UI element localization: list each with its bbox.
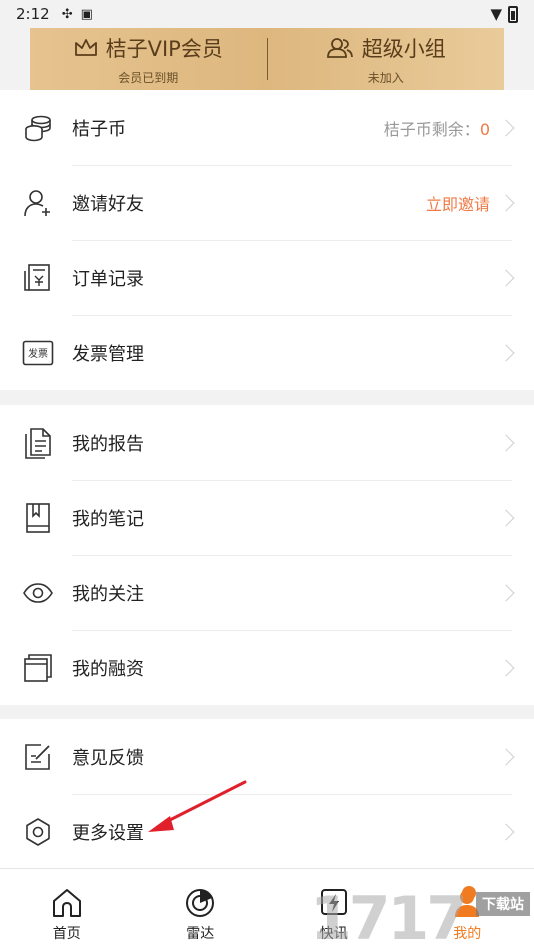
list-item-invite[interactable]: 邀请好友 立即邀请 <box>0 165 534 240</box>
settings-gear-icon <box>22 816 54 848</box>
orders-label: 订单记录 <box>72 268 144 290</box>
super-group-status: 未加入 <box>367 70 404 85</box>
super-group-card[interactable]: 超级小组 未加入 <box>268 28 505 90</box>
list-item-follows[interactable]: 我的关注 <box>0 555 534 630</box>
group-icon <box>326 37 353 58</box>
chevron-right-icon <box>497 659 515 676</box>
crown-icon <box>74 38 97 56</box>
notes-label: 我的笔记 <box>72 508 144 530</box>
tab-radar[interactable]: 雷达 <box>134 869 268 950</box>
feedback-icon <box>22 741 54 773</box>
status-bar: 2:12 ✣ ▣ ▼ <box>0 0 534 28</box>
chevron-right-icon <box>497 434 515 451</box>
sync-icon: ✣ <box>61 6 73 22</box>
reports-label: 我的报告 <box>72 433 144 455</box>
status-time: 2:12 <box>16 5 50 23</box>
vip-membership-title: 桔子VIP会员 <box>105 36 223 61</box>
list-item-feedback[interactable]: 意见反馈 <box>0 719 534 794</box>
list-item-orders[interactable]: 订单记录 <box>0 240 534 315</box>
notebook-icon <box>22 502 54 534</box>
tab-home[interactable]: 首页 <box>0 869 134 950</box>
list-item-reports[interactable]: 我的报告 <box>0 405 534 480</box>
vip-membership-status: 会员已到期 <box>118 70 179 85</box>
tab-home-label: 首页 <box>52 926 81 942</box>
list-item-invoice[interactable]: 发票 发票管理 <box>0 315 534 390</box>
chevron-right-icon <box>497 509 515 526</box>
watermark-logo: 1717 下载站 <box>310 880 534 950</box>
follows-label: 我的关注 <box>72 583 144 605</box>
notification-a-icon: ▣ <box>80 6 93 22</box>
coins-label: 桔子币 <box>72 118 126 140</box>
list-item-more-settings[interactable]: 更多设置 <box>0 794 534 869</box>
radar-icon <box>186 889 215 917</box>
chevron-right-icon <box>497 823 515 840</box>
chevron-right-icon <box>497 269 515 286</box>
list-item-notes[interactable]: 我的笔记 <box>0 480 534 555</box>
super-group-title: 超级小组 <box>361 36 446 61</box>
chevron-right-icon <box>497 344 515 361</box>
list-item-coins[interactable]: 桔子币 桔子币剩余：0 <box>0 90 534 165</box>
home-icon <box>52 889 81 917</box>
coins-balance-value: 0 <box>479 119 490 139</box>
more-settings-label: 更多设置 <box>72 822 144 844</box>
svg-text:发票: 发票 <box>28 347 48 360</box>
financing-label: 我的融资 <box>72 658 144 680</box>
tab-radar-label: 雷达 <box>186 926 215 942</box>
chevron-right-icon <box>497 119 515 136</box>
feedback-label: 意见反馈 <box>72 747 144 769</box>
invite-now-link[interactable]: 立即邀请 <box>426 191 490 215</box>
add-user-icon <box>22 187 54 219</box>
invite-label: 邀请好友 <box>72 193 144 215</box>
wifi-icon: ▼ <box>490 5 502 23</box>
list-item-financing[interactable]: 我的融资 <box>0 630 534 705</box>
vip-banner[interactable]: 桔子VIP会员 会员已到期 超级小组 未加入 <box>30 28 504 90</box>
coins-icon <box>22 112 54 144</box>
report-icon <box>22 427 54 459</box>
battery-icon <box>508 5 518 23</box>
invoice-icon: 发票 <box>22 337 54 369</box>
content-section: 我的报告 我的笔记 我的关注 我的融资 <box>0 405 534 705</box>
red-arrow-annotation <box>148 780 247 832</box>
invoice-label: 发票管理 <box>72 343 144 365</box>
vip-membership-card[interactable]: 桔子VIP会员 会员已到期 <box>30 28 267 90</box>
chevron-right-icon <box>497 748 515 765</box>
chevron-right-icon <box>497 194 515 211</box>
financing-icon <box>22 652 54 684</box>
coins-balance: 桔子币剩余：0 <box>383 119 490 139</box>
watermark-text: 下载站 <box>476 892 530 916</box>
eye-icon <box>22 577 54 609</box>
watermark-dot <box>462 886 476 900</box>
watermark-number: 1717 <box>310 884 468 950</box>
receipt-icon <box>22 262 54 294</box>
account-section: 桔子币 桔子币剩余：0 邀请好友 立即邀请 订单记录 发票 发票管理 <box>0 90 534 390</box>
settings-section: 意见反馈 更多设置 <box>0 719 534 869</box>
chevron-right-icon <box>497 584 515 601</box>
